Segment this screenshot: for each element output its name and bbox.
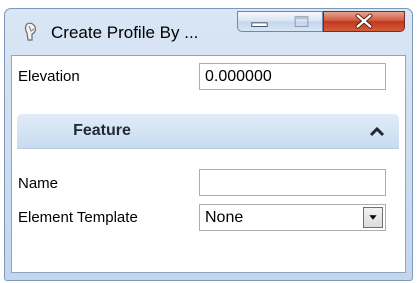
close-icon [355,13,373,29]
maximize-icon [294,15,309,28]
dropdown-button[interactable] [363,207,383,228]
name-label: Name [18,175,59,192]
close-button[interactable] [323,11,405,32]
feature-section-title: Feature [73,122,131,139]
minimize-icon [251,22,268,27]
elevation-input[interactable]: 0.000000 [199,63,386,90]
dropdown-arrow-icon [369,215,377,220]
element-template-value: None [205,209,244,226]
chevron-up-icon[interactable] [369,124,385,138]
window-title: Create Profile By ... [51,23,199,42]
feature-section-header[interactable]: Feature [17,114,399,149]
feature-section: Feature Name Element Template None [17,114,399,272]
name-input[interactable] [199,169,386,196]
profile-tool-icon [24,22,36,41]
element-template-select[interactable]: None [199,204,386,231]
minimize-button[interactable] [237,11,282,32]
maximize-button[interactable] [281,11,323,32]
dialog-window: Create Profile By ... Elevation 0.000000… [4,8,413,281]
elevation-label: Elevation [18,68,80,85]
dialog-content: Elevation 0.000000 Feature Name Element … [11,55,406,273]
element-template-label: Element Template [18,209,138,226]
title-bar[interactable]: Create Profile By ... [5,9,412,55]
